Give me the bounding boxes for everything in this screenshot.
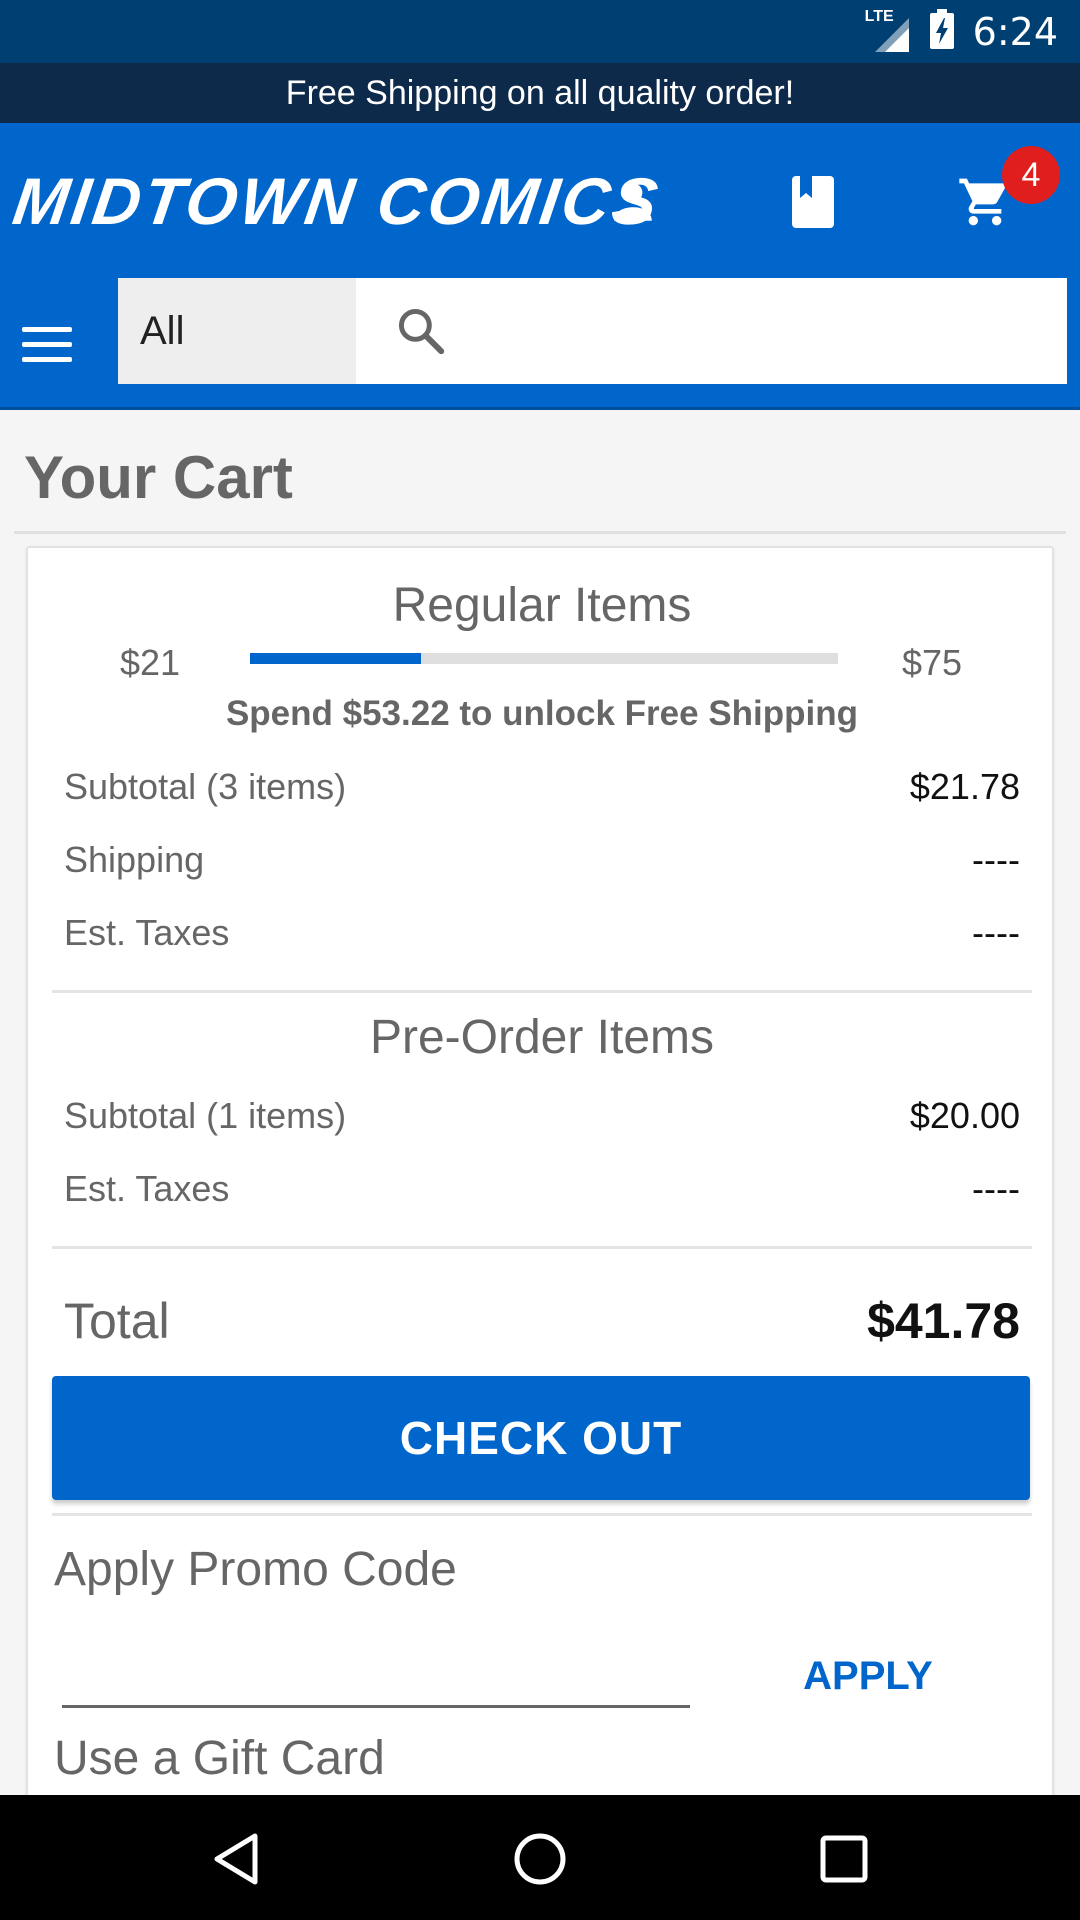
free-shipping-progress-bar bbox=[250, 653, 838, 664]
apply-promo-button[interactable]: APPLY bbox=[768, 1646, 968, 1706]
progress-min-label: $21 bbox=[120, 642, 181, 683]
gift-card-heading: Use a Gift Card bbox=[54, 1732, 385, 1785]
row-value: ---- bbox=[972, 839, 1020, 880]
back-icon[interactable] bbox=[204, 1827, 268, 1891]
row-label: Subtotal (3 items) bbox=[64, 766, 347, 807]
promo-code-input[interactable] bbox=[62, 1638, 690, 1708]
preorder-taxes-row: Est. Taxes ---- bbox=[64, 1164, 1020, 1214]
checkout-button[interactable]: CHECK OUT bbox=[52, 1376, 1030, 1500]
row-label: Est. Taxes bbox=[64, 912, 230, 953]
promo-code-heading: Apply Promo Code bbox=[54, 1543, 457, 1596]
total-label: Total bbox=[64, 1293, 170, 1349]
account-icon[interactable] bbox=[598, 167, 668, 237]
row-value: ---- bbox=[972, 912, 1020, 953]
search-icon[interactable] bbox=[394, 304, 448, 363]
title-divider bbox=[14, 531, 1066, 534]
home-icon[interactable] bbox=[508, 1827, 572, 1891]
regular-taxes-row: Est. Taxes ---- bbox=[64, 908, 1020, 958]
regular-shipping-row: Shipping ---- bbox=[64, 835, 1020, 885]
battery-charging-icon bbox=[929, 9, 955, 54]
row-value: $20.00 bbox=[909, 1095, 1020, 1136]
free-shipping-banner: Free Shipping on all quality order! bbox=[0, 63, 1080, 123]
cart-count-badge: 4 bbox=[1002, 146, 1060, 204]
free-shipping-message: Spend $53.22 to unlock Free Shipping bbox=[225, 694, 859, 733]
preorder-items-heading: Pre-Order Items bbox=[369, 1011, 715, 1064]
total-row: Total $41.78 bbox=[64, 1286, 1020, 1356]
lte-signal-icon: LTE bbox=[865, 8, 911, 52]
android-navigation-bar bbox=[0, 1795, 1080, 1920]
header: MIDTOWN COMICS bbox=[0, 123, 1080, 278]
row-value: ---- bbox=[972, 1168, 1020, 1209]
progress-max-label: $75 bbox=[902, 642, 963, 683]
hamburger-menu-icon[interactable] bbox=[22, 314, 84, 374]
search-row: All bbox=[0, 278, 1080, 410]
row-label: Shipping bbox=[64, 839, 205, 880]
row-label: Subtotal (1 items) bbox=[64, 1095, 347, 1136]
progress-fill bbox=[250, 653, 421, 664]
row-label: Est. Taxes bbox=[64, 1168, 230, 1209]
midtown-comics-logo[interactable]: MIDTOWN COMICS bbox=[9, 163, 665, 239]
regular-subtotal-row: Subtotal (3 items) $21.78 bbox=[64, 762, 1020, 812]
total-value: $41.78 bbox=[867, 1293, 1020, 1349]
section-divider bbox=[52, 1513, 1032, 1516]
section-divider bbox=[52, 990, 1032, 993]
category-dropdown[interactable]: All bbox=[118, 278, 356, 384]
preorder-subtotal-row: Subtotal (1 items) $20.00 bbox=[64, 1091, 1020, 1141]
clock: 6:24 bbox=[972, 9, 1058, 54]
cart-summary-card: Regular Items $21 $75 Spend $53.22 to un… bbox=[26, 546, 1054, 1920]
recents-icon[interactable] bbox=[812, 1827, 876, 1891]
bookmark-icon[interactable] bbox=[778, 167, 848, 237]
regular-items-heading: Regular Items bbox=[392, 579, 692, 632]
page-title: Your Cart bbox=[24, 444, 293, 511]
row-value: $21.78 bbox=[909, 766, 1020, 807]
section-divider bbox=[52, 1246, 1032, 1249]
status-bar: LTE 6:24 bbox=[0, 0, 1080, 63]
search-input[interactable] bbox=[356, 278, 1067, 384]
